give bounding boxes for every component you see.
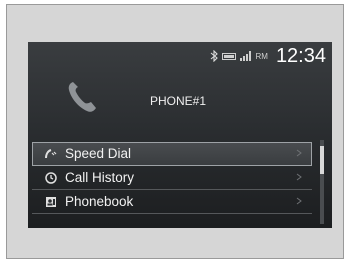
menu-item-call-history[interactable]: Call History <box>32 166 312 190</box>
phone-device-name: PHONE#1 <box>150 94 207 108</box>
signal-icon <box>240 51 252 61</box>
menu-item-speed-dial[interactable]: Speed Dial <box>32 142 312 166</box>
status-bar: RM 12:34 <box>210 44 326 68</box>
chevron-right-icon <box>296 197 302 205</box>
carrier-label: RM <box>255 51 268 61</box>
phone-menu-list: Speed Dial Call History Phonebook <box>32 142 312 214</box>
history-icon <box>45 171 57 184</box>
bluetooth-icon <box>211 50 219 62</box>
scrollbar-thumb[interactable] <box>320 146 324 174</box>
phonebook-icon <box>46 196 56 207</box>
menu-item-phonebook[interactable]: Phonebook <box>32 190 312 214</box>
menu-item-label: Call History <box>65 170 135 185</box>
speed-dial-icon <box>45 148 57 158</box>
phone-handset-icon <box>68 82 96 112</box>
clock: 12:34 <box>275 44 326 67</box>
chevron-right-icon <box>296 149 302 157</box>
chevron-right-icon <box>296 173 302 181</box>
menu-item-label: Phonebook <box>65 194 134 209</box>
menu-item-label: Speed Dial <box>65 146 132 161</box>
phone-screen: RM 12:34 PHONE#1 Speed Dial Call History <box>28 42 332 228</box>
battery-icon <box>222 52 237 60</box>
scrollbar[interactable] <box>320 140 324 224</box>
